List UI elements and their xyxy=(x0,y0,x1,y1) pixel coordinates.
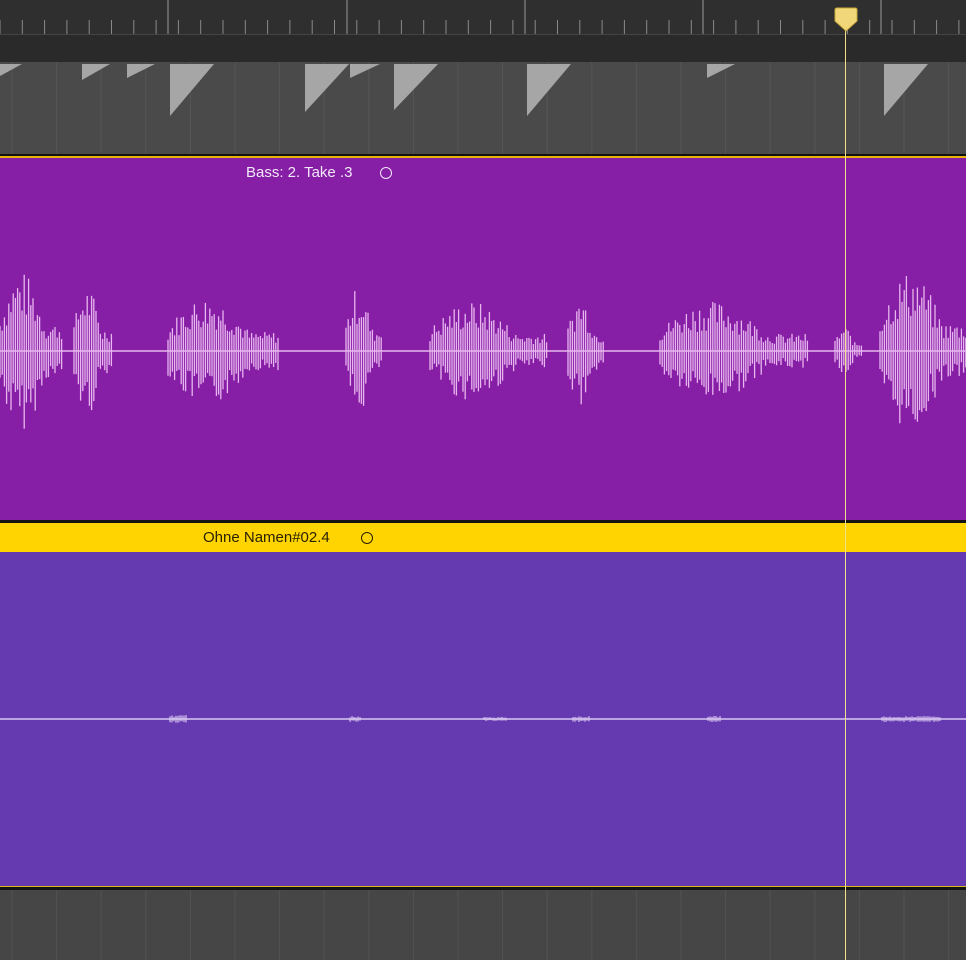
timeline-ruler[interactable] xyxy=(0,0,966,35)
playhead-handle-icon[interactable] xyxy=(834,6,858,32)
marker-lane[interactable] xyxy=(0,34,966,64)
loop-circle-icon[interactable] xyxy=(380,167,392,179)
audio-region-bass[interactable]: Bass: 2. Take .3 xyxy=(0,156,966,520)
audio-region-ohne[interactable] xyxy=(0,552,966,886)
region-header-ohne[interactable]: Ohne Namen#02.4 xyxy=(0,523,966,552)
empty-track-lane[interactable] xyxy=(0,890,966,960)
region-name-ohne: Ohne Namen#02.4 xyxy=(203,529,330,546)
loop-circle-icon[interactable] xyxy=(361,532,373,544)
region-name-bass: Bass: 2. Take .3 xyxy=(246,164,352,181)
transient-lane[interactable] xyxy=(0,62,966,154)
playhead-line[interactable] xyxy=(845,14,846,960)
